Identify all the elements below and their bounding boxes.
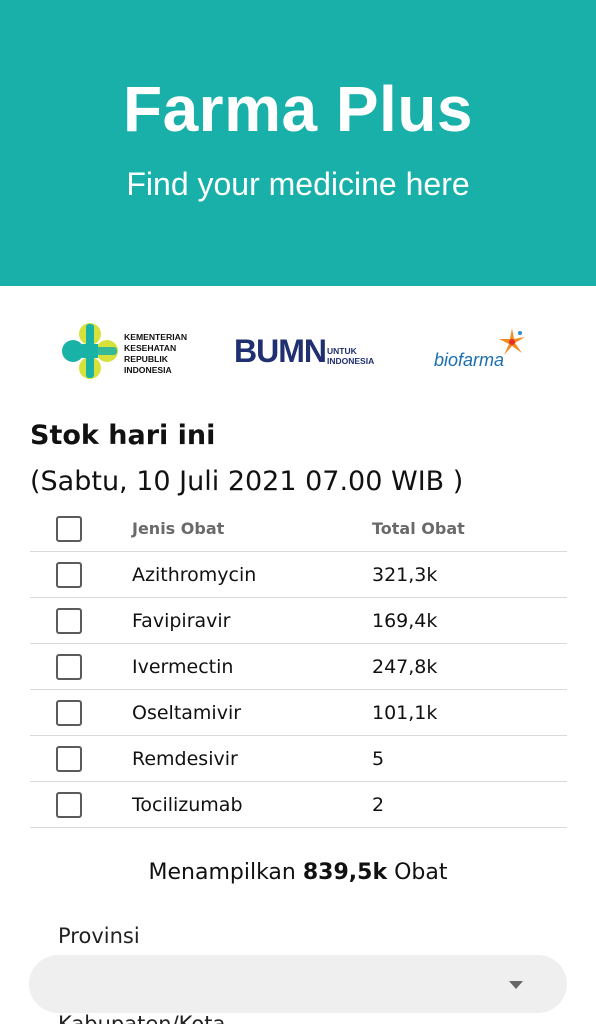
medicine-table: Jenis Obat Total Obat Azithromycin 321,3… bbox=[30, 506, 567, 828]
medicine-name: Ivermectin bbox=[132, 656, 234, 678]
medicine-total: 2 bbox=[372, 794, 385, 816]
biofarma-logo: biofarma bbox=[434, 326, 534, 382]
province-select[interactable] bbox=[29, 955, 567, 1013]
table-header-row: Jenis Obat Total Obat bbox=[30, 506, 567, 552]
kemenkes-text: KEMENTERIAN KESEHATAN REPUBLIK INDONESIA bbox=[124, 332, 188, 375]
kemenkes-logo: KEMENTERIAN KESEHATAN REPUBLIK INDONESIA bbox=[60, 320, 200, 382]
results-summary: Menampilkan 839,5k Obat bbox=[0, 860, 596, 885]
row-checkbox[interactable] bbox=[56, 562, 82, 588]
row-checkbox[interactable] bbox=[56, 792, 82, 818]
regency-label: Kabupaten/Kota bbox=[58, 1012, 226, 1024]
medicine-name: Azithromycin bbox=[132, 564, 257, 586]
app-title: Farma Plus bbox=[122, 73, 474, 145]
partner-logos: KEMENTERIAN KESEHATAN REPUBLIK INDONESIA… bbox=[0, 318, 596, 388]
select-all-checkbox[interactable] bbox=[56, 516, 82, 542]
row-checkbox[interactable] bbox=[56, 654, 82, 680]
bumn-logo: BUMN UNTUK INDONESIA bbox=[234, 333, 384, 370]
medicine-name: Tocilizumab bbox=[132, 794, 243, 816]
kemenkes-emblem-icon bbox=[62, 323, 118, 379]
province-label: Provinsi bbox=[58, 924, 140, 948]
medicine-total: 247,8k bbox=[372, 656, 438, 678]
app-header: Farma Plus Find your medicine here bbox=[0, 0, 596, 286]
biofarma-wordmark: biofarma bbox=[434, 350, 505, 370]
medicine-name: Oseltamivir bbox=[132, 702, 242, 724]
medicine-total: 5 bbox=[372, 748, 385, 770]
table-row[interactable]: Favipiravir 169,4k bbox=[30, 598, 567, 644]
row-checkbox[interactable] bbox=[56, 746, 82, 772]
table-row[interactable]: Tocilizumab 2 bbox=[30, 782, 567, 828]
dropdown-caret-icon[interactable] bbox=[509, 981, 523, 989]
summary-prefix: Menampilkan bbox=[148, 860, 296, 885]
column-header-total-obat[interactable]: Total Obat bbox=[372, 519, 465, 538]
row-checkbox[interactable] bbox=[56, 608, 82, 634]
medicine-total: 321,3k bbox=[372, 564, 438, 586]
table-row[interactable]: Oseltamivir 101,1k bbox=[30, 690, 567, 736]
stock-date: (Sabtu, 10 Juli 2021 07.00 WIB ) bbox=[30, 466, 464, 497]
bumn-tagline: UNTUK INDONESIA bbox=[327, 346, 375, 366]
summary-count: 839,5k bbox=[302, 860, 388, 885]
table-row[interactable]: Azithromycin 321,3k bbox=[30, 552, 567, 598]
row-checkbox[interactable] bbox=[56, 700, 82, 726]
summary-suffix: Obat bbox=[394, 860, 448, 885]
stock-title: Stok hari ini bbox=[30, 420, 216, 451]
column-header-jenis-obat[interactable]: Jenis Obat bbox=[132, 519, 224, 538]
table-row[interactable]: Ivermectin 247,8k bbox=[30, 644, 567, 690]
medicine-total: 169,4k bbox=[372, 610, 438, 632]
table-row[interactable]: Remdesivir 5 bbox=[30, 736, 567, 782]
bumn-mark: BUMN bbox=[234, 333, 327, 369]
medicine-total: 101,1k bbox=[372, 702, 438, 724]
app-subtitle: Find your medicine here bbox=[126, 166, 470, 202]
medicine-name: Remdesivir bbox=[132, 748, 238, 770]
medicine-name: Favipiravir bbox=[132, 610, 231, 632]
